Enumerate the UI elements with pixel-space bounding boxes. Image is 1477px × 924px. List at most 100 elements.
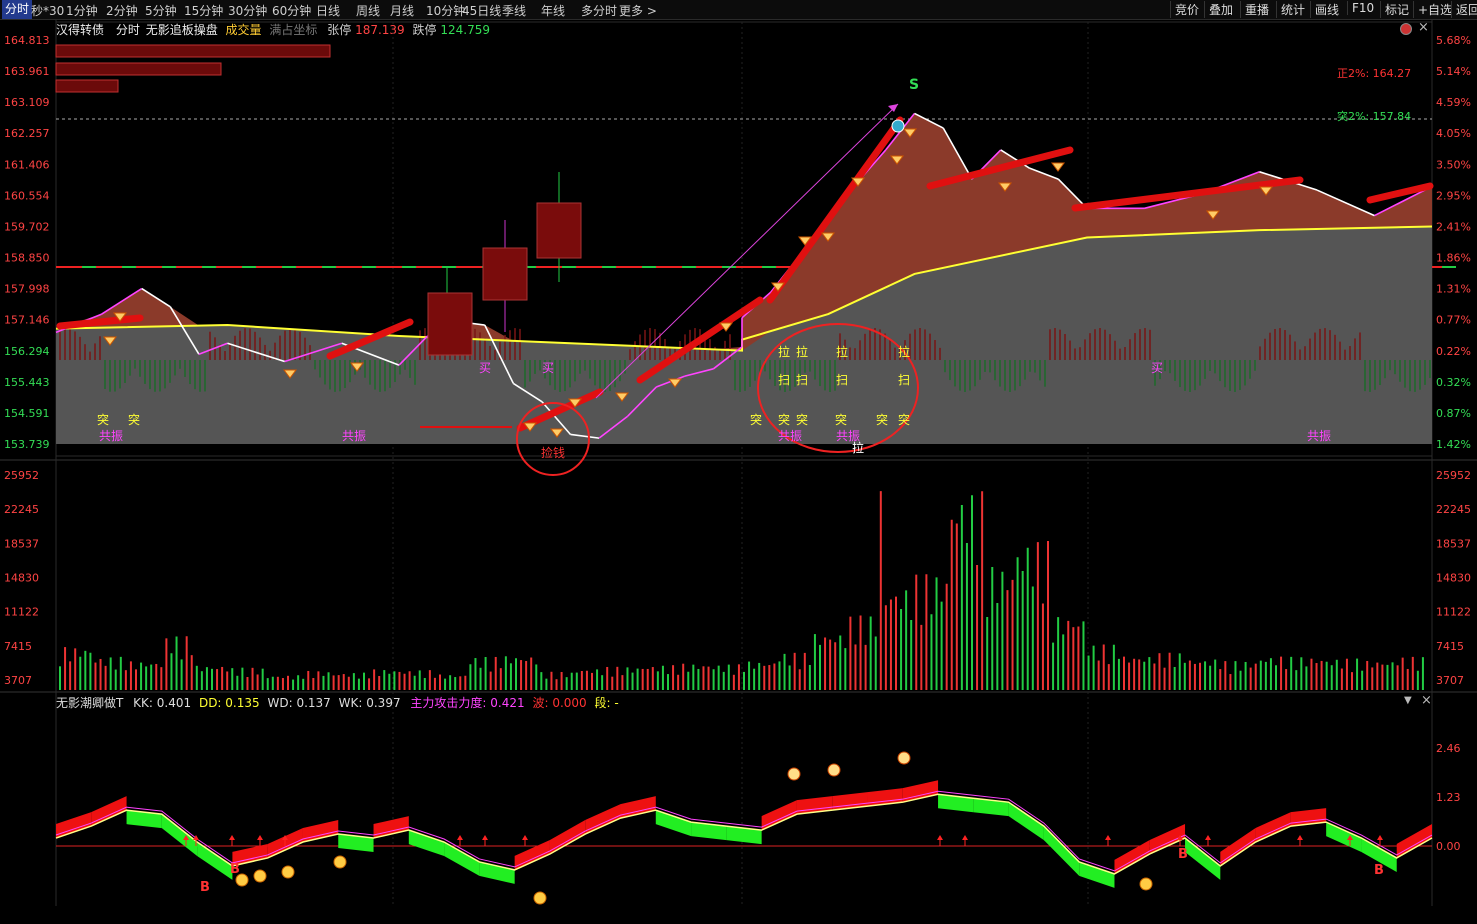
ind-axis-label: 2.46 [1436,742,1461,755]
vol-axis-label: 3707 [4,674,32,687]
bo-value: 波: 0.000 [532,696,587,710]
ind-axis-label: 1.23 [1436,791,1461,804]
ind-axis-label: 0.00 [1436,840,1461,853]
vol-axis-label: 14830 [4,572,39,585]
period-tab-15[interactable]: 多分时 [581,2,617,19]
tu-char-3: 突 [778,412,790,427]
price-axis-label: 157.146 [4,314,50,327]
jianqian-label: 捡钱 [541,445,565,460]
indicator-bar: 无影潮卿做T KK: 0.401 DD: 0.135 WD: 0.137 WK:… [56,694,619,711]
ind-ribbon [655,810,692,837]
vol-axis-label: 18537 [4,537,39,550]
mai-char-1: 买 [542,361,554,375]
sao-char-0: 扫 [778,373,790,387]
pct-axis-label: 1.86% [1436,252,1471,265]
period-tab-8[interactable]: 日线 [316,2,340,19]
ind-arrow-head [937,835,943,840]
ind-arrow-head [229,835,235,840]
ind-arrow-head [1377,835,1383,840]
right-tool-2[interactable]: 重播 [1240,1,1269,18]
price-axis-label: 154.591 [4,407,50,420]
magenta-arrowhead [888,104,898,112]
candle-body [536,202,582,259]
period-tab-6[interactable]: 30分钟 [228,2,267,19]
period-tab-14[interactable]: 年线 [541,2,565,19]
ind-arrow-head [1297,835,1303,840]
tu-char-4: 突 [796,412,808,427]
tu-char-2: 突 [750,412,762,427]
pct-axis-label: 0.87% [1436,407,1471,420]
pct-axis-label: 1.42% [1436,438,1471,451]
pct-axis-label: 0.22% [1436,345,1471,358]
pct-axis-label: 4.59% [1436,96,1471,109]
period-tab-3[interactable]: 2分钟 [106,2,138,19]
diamond-marker-17 [1051,162,1065,172]
vol-axis-label: 11122 [4,606,39,619]
vol-axis-label-r: 3707 [1436,674,1464,687]
chart-area: 164.813 5.68% 163.961 5.14% 163.109 4.59% 162.… [0,19,1477,906]
right-tool-4[interactable]: 画线 [1310,1,1339,18]
pct-axis-label: 0.32% [1436,376,1471,389]
candle-body [482,247,528,301]
zheng-label: 正2%: 164.27 [1337,67,1411,80]
indicator-title[interactable]: 无影潮卿做T [56,696,123,710]
sao-char-1: 扫 [796,373,808,387]
price-axis-label: 160.554 [4,189,50,202]
force-value: 主力攻击力度: 0.421 [410,696,525,710]
price-axis-label: 164.813 [4,34,50,47]
period-tab-5[interactable]: 15分钟 [184,2,223,19]
right-tool-3[interactable]: 统计 [1276,1,1305,18]
pct-axis-label: 0.77% [1436,314,1471,327]
ind-arrow-head [1105,835,1111,840]
ind-ribbon [1043,826,1080,876]
price-axis-label: 157.998 [4,283,50,296]
right-tool-1[interactable]: 叠加 [1204,1,1233,18]
indicator-close-icon[interactable]: × [1421,693,1432,708]
indicator-dropdown-icon[interactable]: ▼ [1404,695,1412,706]
moneybag-icon-1 [827,763,841,777]
moneybag-icon-2 [897,751,911,765]
pct-axis-label: 3.50% [1436,158,1471,171]
wd-value: WD: 0.137 [267,696,331,710]
period-tab-13[interactable]: 季线 [502,2,526,19]
la-char-2: 拉 [836,344,848,359]
period-tab-0[interactable]: 分时 [2,0,33,19]
la-char-4: 拉 [852,440,864,455]
pct-axis-label: 5.14% [1436,65,1471,78]
wk-value: WK: 0.397 [338,696,401,710]
right-tool-6[interactable]: 标记 [1380,1,1409,18]
period-tab-9[interactable]: 周线 [356,2,380,19]
tu-char-1: 突 [128,412,140,427]
tu-char-5: 突 [835,412,847,427]
ind-ribbon [197,842,233,880]
period-tab-7[interactable]: 60分钟 [272,2,311,19]
right-tool-0[interactable]: 竞价 [1170,1,1199,18]
coin-icon-4 [533,891,547,905]
period-tab-11[interactable]: 10分钟 [426,2,465,19]
ind-ribbon [1255,812,1291,843]
price-axis-label: 161.406 [4,158,50,171]
period-tab-10[interactable]: 月线 [390,2,414,19]
ind-ribbon [585,804,621,835]
price-axis-label: 163.961 [4,65,50,78]
ind-ribbon [1220,828,1256,866]
ind-arrow-head [1205,835,1211,840]
b-signal-3: B [1374,863,1384,878]
ind-ribbon [91,796,127,827]
period-tab-16[interactable]: 更多 > [619,2,657,19]
right-tool-5[interactable]: F10 [1347,1,1374,15]
vol-axis-label: 22245 [4,503,39,516]
right-tool-8[interactable]: 返回 [1451,1,1477,18]
price-axis-label: 158.850 [4,252,50,265]
vol-axis-label: 25952 [4,469,39,482]
coin-icon-2 [281,865,295,879]
price-axis-label: 153.739 [4,438,50,451]
period-tab-4[interactable]: 5分钟 [145,2,177,19]
right-tool-7[interactable]: +自选 [1413,1,1452,18]
period-tab-12[interactable]: 45日线 [462,2,501,19]
vol-axis-label-r: 22245 [1436,503,1471,516]
period-tab-2[interactable]: 1分钟 [66,2,98,19]
price-axis-label: 159.702 [4,220,50,233]
dd-value: DD: 0.135 [198,696,260,710]
period-tab-1[interactable]: 秒*30 [31,2,64,19]
